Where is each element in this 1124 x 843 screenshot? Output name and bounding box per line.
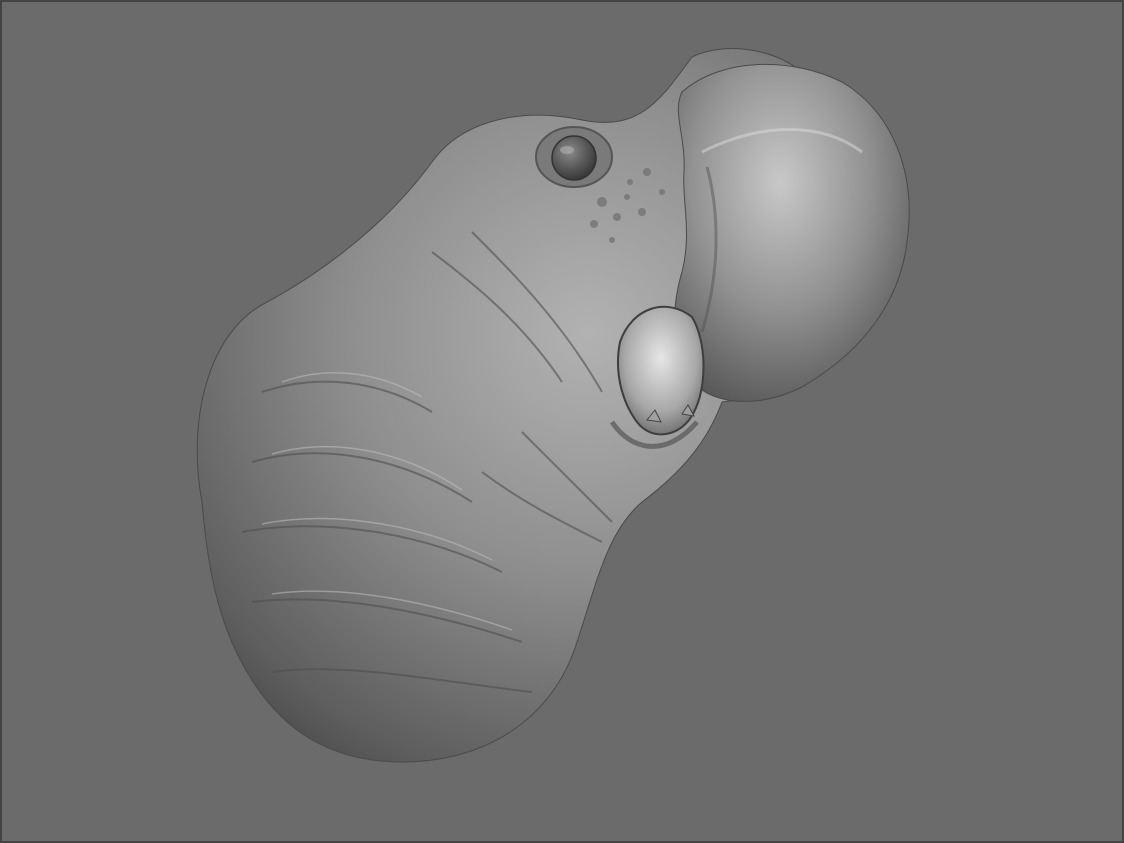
3d-viewport-canvas[interactable] <box>0 0 1124 843</box>
sculpted-creature-head-icon[interactable] <box>2 2 1122 841</box>
eye-icon <box>551 135 597 181</box>
snout-surface <box>674 63 910 402</box>
